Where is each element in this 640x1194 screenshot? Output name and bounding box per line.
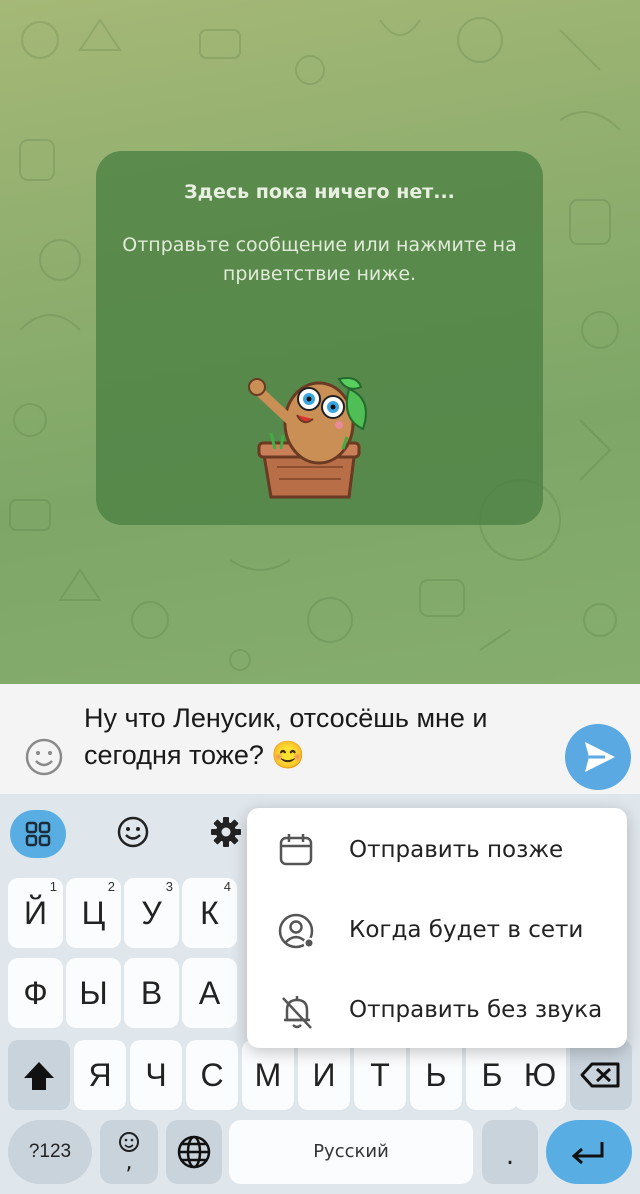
- menu-label-send-later: Отправить позже: [349, 837, 564, 863]
- key-b-char: Б: [481, 1057, 503, 1093]
- dot-key[interactable]: .: [482, 1120, 538, 1184]
- key-2[interactable]: Ц2: [66, 878, 121, 948]
- menu-label-send-silent: Отправить без звука: [349, 997, 603, 1023]
- key-yu[interactable]: Ю: [514, 1040, 566, 1110]
- settings-gear-icon[interactable]: [210, 816, 242, 848]
- key-a-char: А: [198, 975, 221, 1011]
- key-1-num: 1: [49, 879, 57, 894]
- key-3-char: У: [141, 895, 162, 931]
- key-4-char: К: [200, 895, 219, 931]
- key-s-char: С: [200, 1057, 224, 1093]
- key-b[interactable]: Б: [466, 1040, 518, 1110]
- key-soft-char: Ь: [425, 1057, 447, 1093]
- menu-item-when-online[interactable]: Когда будет в сети: [247, 890, 627, 970]
- empty-chat-subtitle: Отправьте сообщение или нажмите на приве…: [122, 234, 517, 285]
- globe-icon: [177, 1135, 211, 1169]
- key-ya-char: Я: [88, 1057, 112, 1093]
- key-v[interactable]: В: [124, 958, 179, 1028]
- emoji-icon[interactable]: [24, 737, 64, 777]
- backspace-icon: [580, 1062, 620, 1088]
- key-soft[interactable]: Ь: [410, 1040, 462, 1110]
- keyboard-apps-button[interactable]: [10, 810, 66, 858]
- key-t[interactable]: Т: [354, 1040, 406, 1110]
- key-f[interactable]: Ф: [8, 958, 63, 1028]
- key-a[interactable]: А: [182, 958, 237, 1028]
- key-y[interactable]: Ы: [66, 958, 121, 1028]
- message-input[interactable]: Ну что Ленусик, отсосёшь мне и сегодня т…: [84, 700, 544, 774]
- key-2-num: 2: [107, 879, 115, 894]
- keyboard-emoji-icon[interactable]: [115, 814, 151, 850]
- message-line-2-text: сегодня тоже?: [84, 740, 264, 770]
- grid-icon: [25, 821, 51, 847]
- key-s[interactable]: С: [186, 1040, 238, 1110]
- comma-label: ,: [125, 1150, 133, 1175]
- menu-item-send-later[interactable]: Отправить позже: [247, 810, 627, 890]
- symbols-key[interactable]: ?123: [8, 1120, 92, 1184]
- key-3-num: 3: [165, 879, 173, 894]
- key-4-num: 4: [223, 879, 231, 894]
- key-4[interactable]: К4: [182, 878, 237, 948]
- language-key[interactable]: [166, 1120, 222, 1184]
- empty-chat-title: Здесь пока ничего нет...: [184, 181, 455, 203]
- key-1-char: Й: [24, 895, 47, 931]
- enter-icon: [571, 1142, 604, 1165]
- key-1[interactable]: Й1: [8, 878, 63, 948]
- backspace-key[interactable]: [570, 1040, 632, 1110]
- key-t-char: Т: [370, 1057, 390, 1093]
- key-y-char: Ы: [79, 975, 108, 1011]
- key-ya[interactable]: Я: [74, 1040, 126, 1110]
- key-m[interactable]: М: [242, 1040, 294, 1110]
- key-3[interactable]: У3: [124, 878, 179, 948]
- user-online-icon: [278, 913, 315, 949]
- empty-chat-card: Здесь пока ничего нет... Отправьте сообщ…: [96, 151, 543, 525]
- send-options-menu: Отправить позже Когда будет в сети Отпра…: [247, 808, 627, 1048]
- key-i[interactable]: И: [298, 1040, 350, 1110]
- key-ch[interactable]: Ч: [130, 1040, 182, 1110]
- key-2-char: Ц: [81, 895, 106, 931]
- key-m-char: М: [254, 1057, 282, 1093]
- greeting-sticker[interactable]: [239, 371, 399, 501]
- key-v-char: В: [140, 975, 163, 1011]
- key-ch-char: Ч: [145, 1057, 167, 1093]
- bell-off-icon: [282, 996, 312, 1029]
- key-i-char: И: [312, 1057, 336, 1093]
- shift-key[interactable]: [8, 1040, 70, 1110]
- send-icon: [585, 742, 615, 772]
- menu-label-when-online: Когда будет в сети: [349, 917, 584, 943]
- menu-item-send-silent[interactable]: Отправить без звука: [247, 970, 627, 1050]
- send-button[interactable]: [565, 724, 631, 790]
- key-yu-char: Ю: [523, 1057, 557, 1093]
- message-line-2: сегодня тоже? 😊: [84, 737, 544, 774]
- emoji-comma-key[interactable]: ,: [100, 1120, 158, 1184]
- chat-background: Здесь пока ничего нет... Отправьте сообщ…: [0, 0, 640, 684]
- space-key[interactable]: Русский: [229, 1120, 473, 1184]
- smile-emoji: 😊: [271, 740, 305, 770]
- key-f-char: Ф: [23, 975, 48, 1011]
- shift-icon: [24, 1062, 54, 1090]
- enter-key[interactable]: [546, 1120, 632, 1184]
- message-line-1: Ну что Ленусик, отсосёшь мне и: [84, 703, 488, 733]
- calendar-icon: [279, 834, 313, 866]
